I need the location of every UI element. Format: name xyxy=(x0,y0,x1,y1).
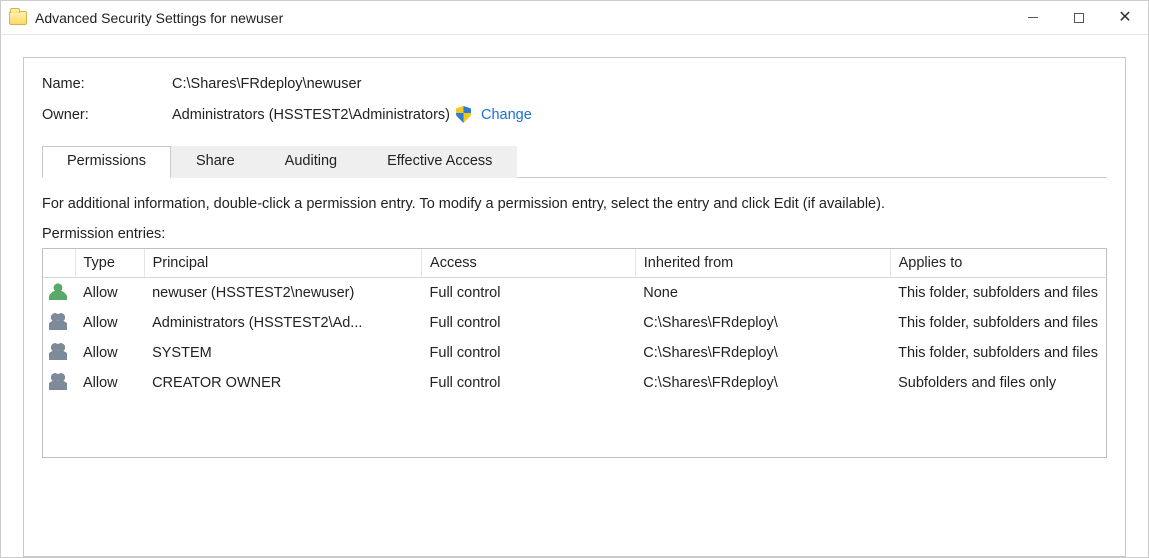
close-button[interactable]: ✕ xyxy=(1102,1,1148,35)
col-type[interactable]: Type xyxy=(75,249,144,278)
tab-permissions[interactable]: Permissions xyxy=(42,146,171,178)
cell-principal: newuser (HSSTEST2\newuser) xyxy=(144,278,421,309)
maximize-icon xyxy=(1074,13,1084,23)
cell-applies: This folder, subfolders and files xyxy=(890,278,1106,309)
permission-table: Type Principal Access Inherited from App… xyxy=(43,249,1106,398)
cell-inherited: None xyxy=(635,278,890,309)
name-label: Name: xyxy=(42,76,172,92)
owner-value: Administrators (HSSTEST2\Administrators) xyxy=(172,107,450,123)
permission-table-wrap: Type Principal Access Inherited from App… xyxy=(42,248,1107,458)
cell-access: Full control xyxy=(422,338,636,368)
cell-principal: Administrators (HSSTEST2\Ad... xyxy=(144,308,421,338)
minimize-icon xyxy=(1028,17,1038,18)
tab-strip: Permissions Share Auditing Effective Acc… xyxy=(42,145,1107,178)
cell-access: Full control xyxy=(422,278,636,309)
group-icon xyxy=(49,372,67,390)
col-inherited[interactable]: Inherited from xyxy=(635,249,890,278)
name-value: C:\Shares\FRdeploy\newuser xyxy=(172,76,361,92)
group-icon xyxy=(49,342,67,360)
owner-label: Owner: xyxy=(42,107,172,123)
table-row[interactable]: AllowCREATOR OWNERFull controlC:\Shares\… xyxy=(43,368,1106,398)
cell-inherited: C:\Shares\FRdeploy\ xyxy=(635,368,890,398)
instruction-text: For additional information, double-click… xyxy=(42,196,1107,212)
cell-inherited: C:\Shares\FRdeploy\ xyxy=(635,338,890,368)
folder-icon xyxy=(9,11,27,25)
shield-icon xyxy=(456,106,471,123)
col-icon[interactable] xyxy=(43,249,75,278)
col-access[interactable]: Access xyxy=(422,249,636,278)
cell-applies: Subfolders and files only xyxy=(890,368,1106,398)
tab-auditing[interactable]: Auditing xyxy=(260,146,362,178)
minimize-button[interactable] xyxy=(1010,1,1056,35)
maximize-button[interactable] xyxy=(1056,1,1102,35)
close-icon: ✕ xyxy=(1118,10,1131,26)
cell-access: Full control xyxy=(422,308,636,338)
group-icon xyxy=(49,312,67,330)
content-area: Name: C:\Shares\FRdeploy\newuser Owner: … xyxy=(1,35,1148,557)
cell-access: Full control xyxy=(422,368,636,398)
titlebar: Advanced Security Settings for newuser ✕ xyxy=(1,1,1148,35)
cell-type: Allow xyxy=(75,278,144,309)
table-row[interactable]: Allownewuser (HSSTEST2\newuser)Full cont… xyxy=(43,278,1106,309)
security-settings-window: Advanced Security Settings for newuser ✕… xyxy=(0,0,1149,558)
name-row: Name: C:\Shares\FRdeploy\newuser xyxy=(42,76,1107,92)
cell-principal: CREATOR OWNER xyxy=(144,368,421,398)
col-applies[interactable]: Applies to xyxy=(890,249,1106,278)
cell-type: Allow xyxy=(75,368,144,398)
tab-share[interactable]: Share xyxy=(171,146,260,178)
cell-applies: This folder, subfolders and files xyxy=(890,338,1106,368)
window-title: Advanced Security Settings for newuser xyxy=(35,10,283,26)
cell-applies: This folder, subfolders and files xyxy=(890,308,1106,338)
table-row[interactable]: AllowAdministrators (HSSTEST2\Ad...Full … xyxy=(43,308,1106,338)
cell-inherited: C:\Shares\FRdeploy\ xyxy=(635,308,890,338)
change-owner-link[interactable]: Change xyxy=(481,107,532,123)
cell-principal: SYSTEM xyxy=(144,338,421,368)
cell-type: Allow xyxy=(75,308,144,338)
table-row[interactable]: AllowSYSTEMFull controlC:\Shares\FRdeplo… xyxy=(43,338,1106,368)
inner-panel: Name: C:\Shares\FRdeploy\newuser Owner: … xyxy=(23,57,1126,557)
owner-row: Owner: Administrators (HSSTEST2\Administ… xyxy=(42,106,1107,123)
permission-entries-label: Permission entries: xyxy=(42,226,1107,242)
user-icon xyxy=(49,282,67,300)
owner-value-group: Administrators (HSSTEST2\Administrators)… xyxy=(172,106,532,123)
col-principal[interactable]: Principal xyxy=(144,249,421,278)
tab-effective-access[interactable]: Effective Access xyxy=(362,146,517,178)
cell-type: Allow xyxy=(75,338,144,368)
